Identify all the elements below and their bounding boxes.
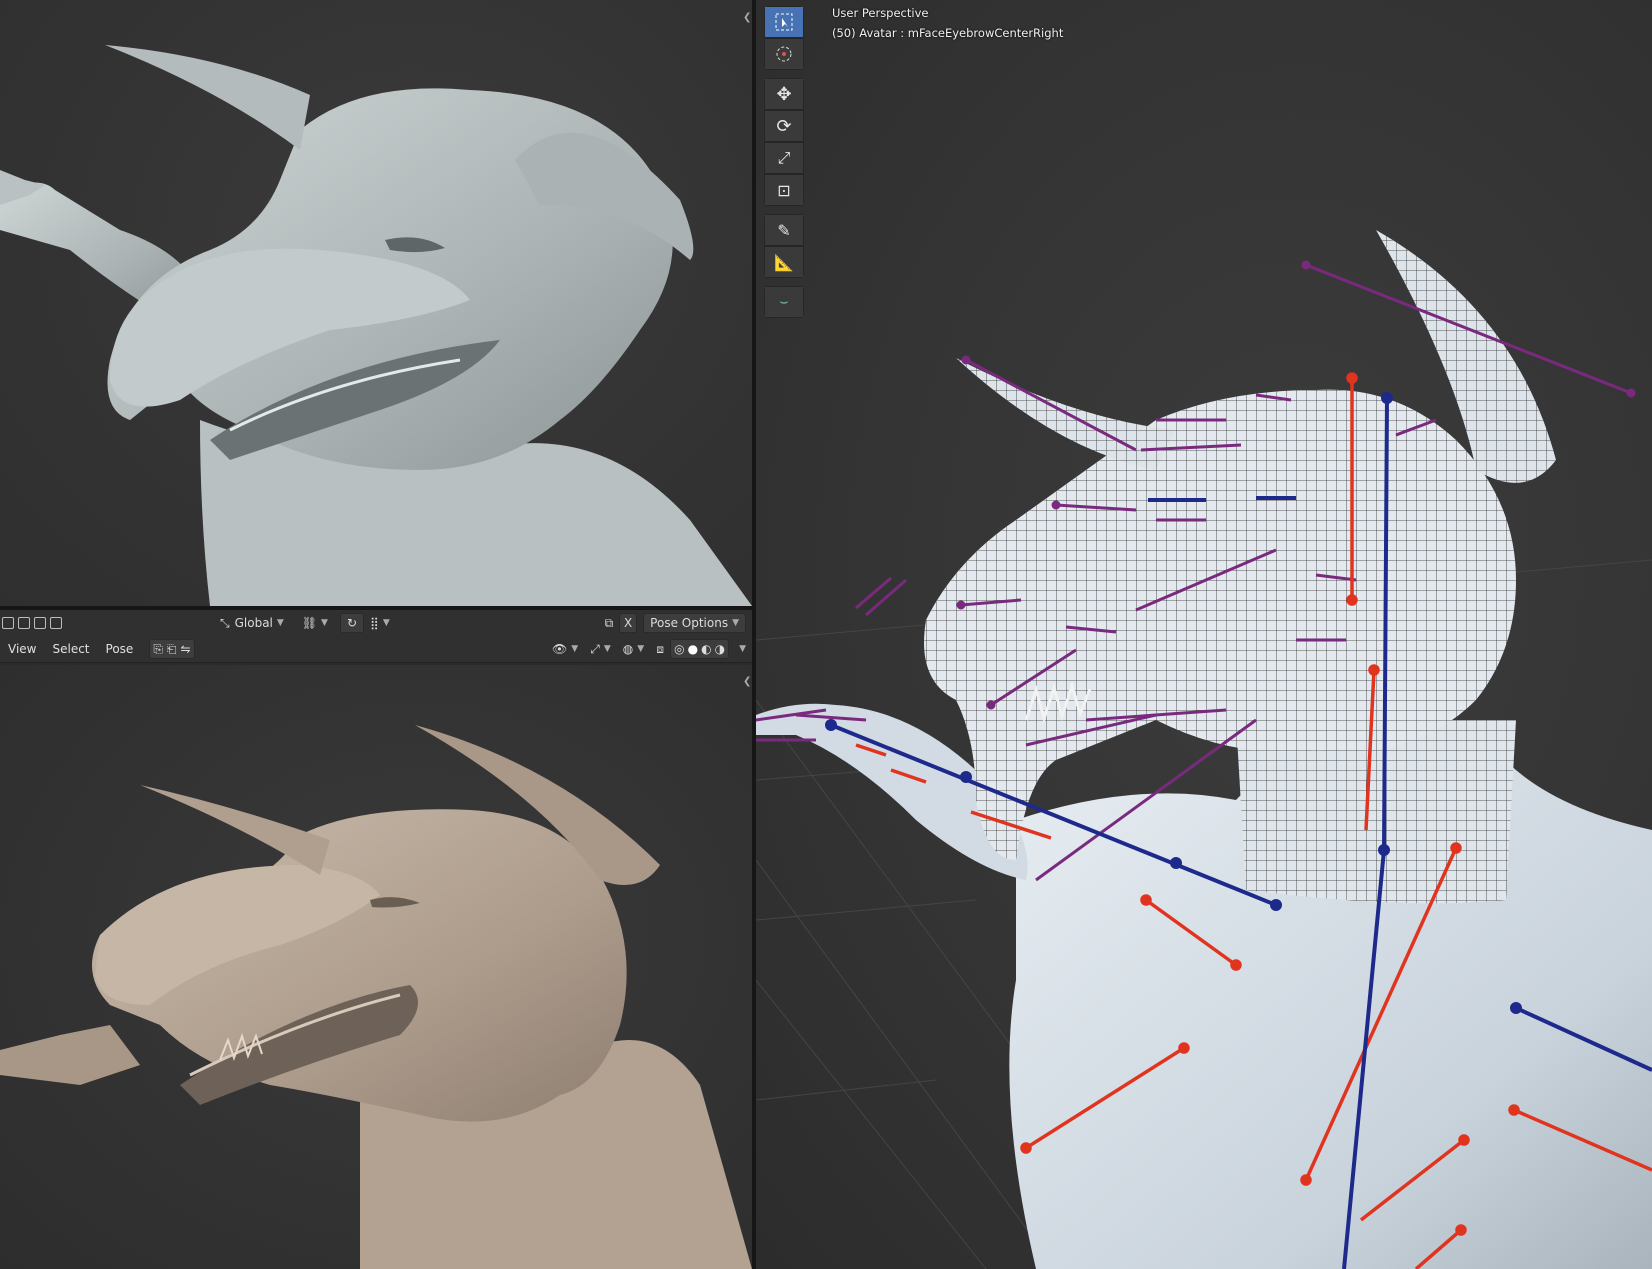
viewport-view-name: User Perspective bbox=[832, 6, 929, 20]
orientation-icon: ⤡ bbox=[220, 615, 230, 630]
pose-copy-buttons[interactable]: ⎘ ⎗ ⇋ bbox=[149, 639, 195, 659]
chevron-down-icon: ▼ bbox=[739, 644, 746, 654]
snap-toggle[interactable]: ↻ bbox=[339, 613, 365, 633]
relax-pose-tool[interactable]: ⌣ bbox=[764, 286, 804, 318]
pivot-dropdown[interactable]: ⛓ ▼ bbox=[296, 613, 334, 633]
chevron-down-icon: ▼ bbox=[732, 618, 739, 628]
annotate-tool[interactable]: ✎ bbox=[764, 214, 804, 246]
eye-icon: 👁 bbox=[552, 642, 568, 656]
chevron-down-icon: ▼ bbox=[603, 644, 611, 654]
rotate-tool[interactable]: ⟳ bbox=[764, 110, 804, 142]
menu-select[interactable]: Select bbox=[44, 642, 97, 656]
paste-pose-icon[interactable]: ⎗ bbox=[167, 642, 177, 657]
chevron-left-icon[interactable]: ❮ bbox=[743, 12, 751, 23]
select-box-icon bbox=[775, 13, 793, 31]
shading-options-dropdown[interactable]: ▼ bbox=[729, 639, 752, 659]
grid-icon: ⣿ bbox=[370, 616, 379, 630]
xray-toggle[interactable]: ⧈ bbox=[650, 639, 670, 659]
grey-creature-render bbox=[0, 45, 752, 606]
scale-icon: ⤢ bbox=[777, 148, 791, 167]
material-shading-icon[interactable]: ◐ bbox=[701, 642, 711, 656]
xray-icon: ⧈ bbox=[656, 641, 664, 656]
select-extend-icon[interactable] bbox=[18, 617, 30, 629]
select-mode-icons[interactable] bbox=[0, 613, 64, 633]
gizmo-dropdown[interactable]: ⤢ ▼ bbox=[584, 639, 617, 659]
overlay-icon: ◍ bbox=[622, 642, 634, 656]
pivot-icon: ⛓ bbox=[301, 616, 318, 630]
mirror-icon: ⧉ bbox=[604, 615, 614, 630]
orientation-dropdown[interactable]: ⤡ Global ▼ bbox=[214, 613, 290, 633]
chevron-left-icon[interactable]: ❮ bbox=[743, 676, 751, 687]
clay-creature-render bbox=[0, 725, 752, 1269]
move-tool[interactable]: ✥ bbox=[764, 78, 804, 110]
annotate-icon: ✎ bbox=[777, 220, 791, 240]
move-icon: ✥ bbox=[776, 83, 792, 105]
chevron-down-icon: ▼ bbox=[571, 644, 579, 654]
select-subtract-icon[interactable] bbox=[34, 617, 46, 629]
relax-pose-icon: ⌣ bbox=[779, 294, 789, 310]
rotate-icon: ⟳ bbox=[776, 115, 792, 137]
chevron-down-icon: ▼ bbox=[382, 618, 390, 628]
measure-tool[interactable]: 📐 bbox=[764, 246, 804, 278]
copy-pose-icon[interactable]: ⎘ bbox=[153, 642, 163, 657]
chevron-down-icon: ▼ bbox=[321, 618, 328, 628]
tool-shelf: ✥ ⟳ ⤢ ⊡ ✎ 📐 ⌣ bbox=[764, 6, 804, 326]
solid-shading-icon[interactable]: ● bbox=[688, 642, 698, 656]
x-mirror-toggle[interactable]: X bbox=[619, 613, 638, 633]
scale-tool[interactable]: ⤢ bbox=[764, 142, 804, 174]
select-box-tool[interactable] bbox=[764, 6, 804, 38]
viewport-header-tools: ⤡ Global ▼ ⛓ ▼ ↻ ⣿ ▼ ⧉ X Pose Options ▼ bbox=[0, 610, 752, 636]
snap-options-dropdown[interactable]: ⣿ ▼ bbox=[364, 613, 396, 633]
paste-flipped-icon[interactable]: ⇋ bbox=[181, 642, 191, 656]
viewport-bottom-left[interactable] bbox=[0, 665, 752, 1269]
rendered-shading-icon[interactable]: ◑ bbox=[715, 642, 725, 656]
menu-view[interactable]: View bbox=[0, 642, 44, 656]
viewport-active-object: (50) Avatar : mFaceEyebrowCenterRight bbox=[832, 26, 1064, 40]
viewport-top-left[interactable] bbox=[0, 0, 752, 606]
transform-tool[interactable]: ⊡ bbox=[764, 174, 804, 206]
chevron-down-icon: ▼ bbox=[637, 644, 645, 654]
snap-icon: ↻ bbox=[346, 616, 358, 630]
measure-icon: 📐 bbox=[774, 252, 794, 272]
wireframe-shading-icon[interactable]: ◎ bbox=[674, 642, 684, 656]
pose-options-dropdown[interactable]: Pose Options ▼ bbox=[643, 613, 746, 633]
cursor-icon bbox=[776, 46, 792, 62]
cursor-tool[interactable] bbox=[764, 38, 804, 70]
visibility-dropdown[interactable]: 👁 ▼ bbox=[546, 639, 584, 659]
select-intersect-icon[interactable] bbox=[50, 617, 62, 629]
overlay-dropdown[interactable]: ◍ ▼ bbox=[617, 639, 650, 659]
shading-mode-group[interactable]: ◎ ● ◐ ◑ bbox=[670, 639, 730, 659]
viewport-header-menu: View Select Pose ⎘ ⎗ ⇋ 👁 ▼ ⤢ ▼ ◍ ▼ ⧈ ◎ ● ◐ … bbox=[0, 636, 752, 663]
chevron-down-icon: ▼ bbox=[276, 618, 284, 628]
select-new-icon[interactable] bbox=[2, 617, 14, 629]
menu-pose[interactable]: Pose bbox=[98, 642, 142, 656]
rigged-creature-render bbox=[756, 230, 1652, 1269]
gizmo-icon: ⤢ bbox=[590, 641, 600, 656]
transform-icon: ⊡ bbox=[777, 180, 791, 200]
mirror-icon-button[interactable]: ⧉ bbox=[599, 613, 620, 633]
viewport-right[interactable] bbox=[756, 0, 1652, 1269]
